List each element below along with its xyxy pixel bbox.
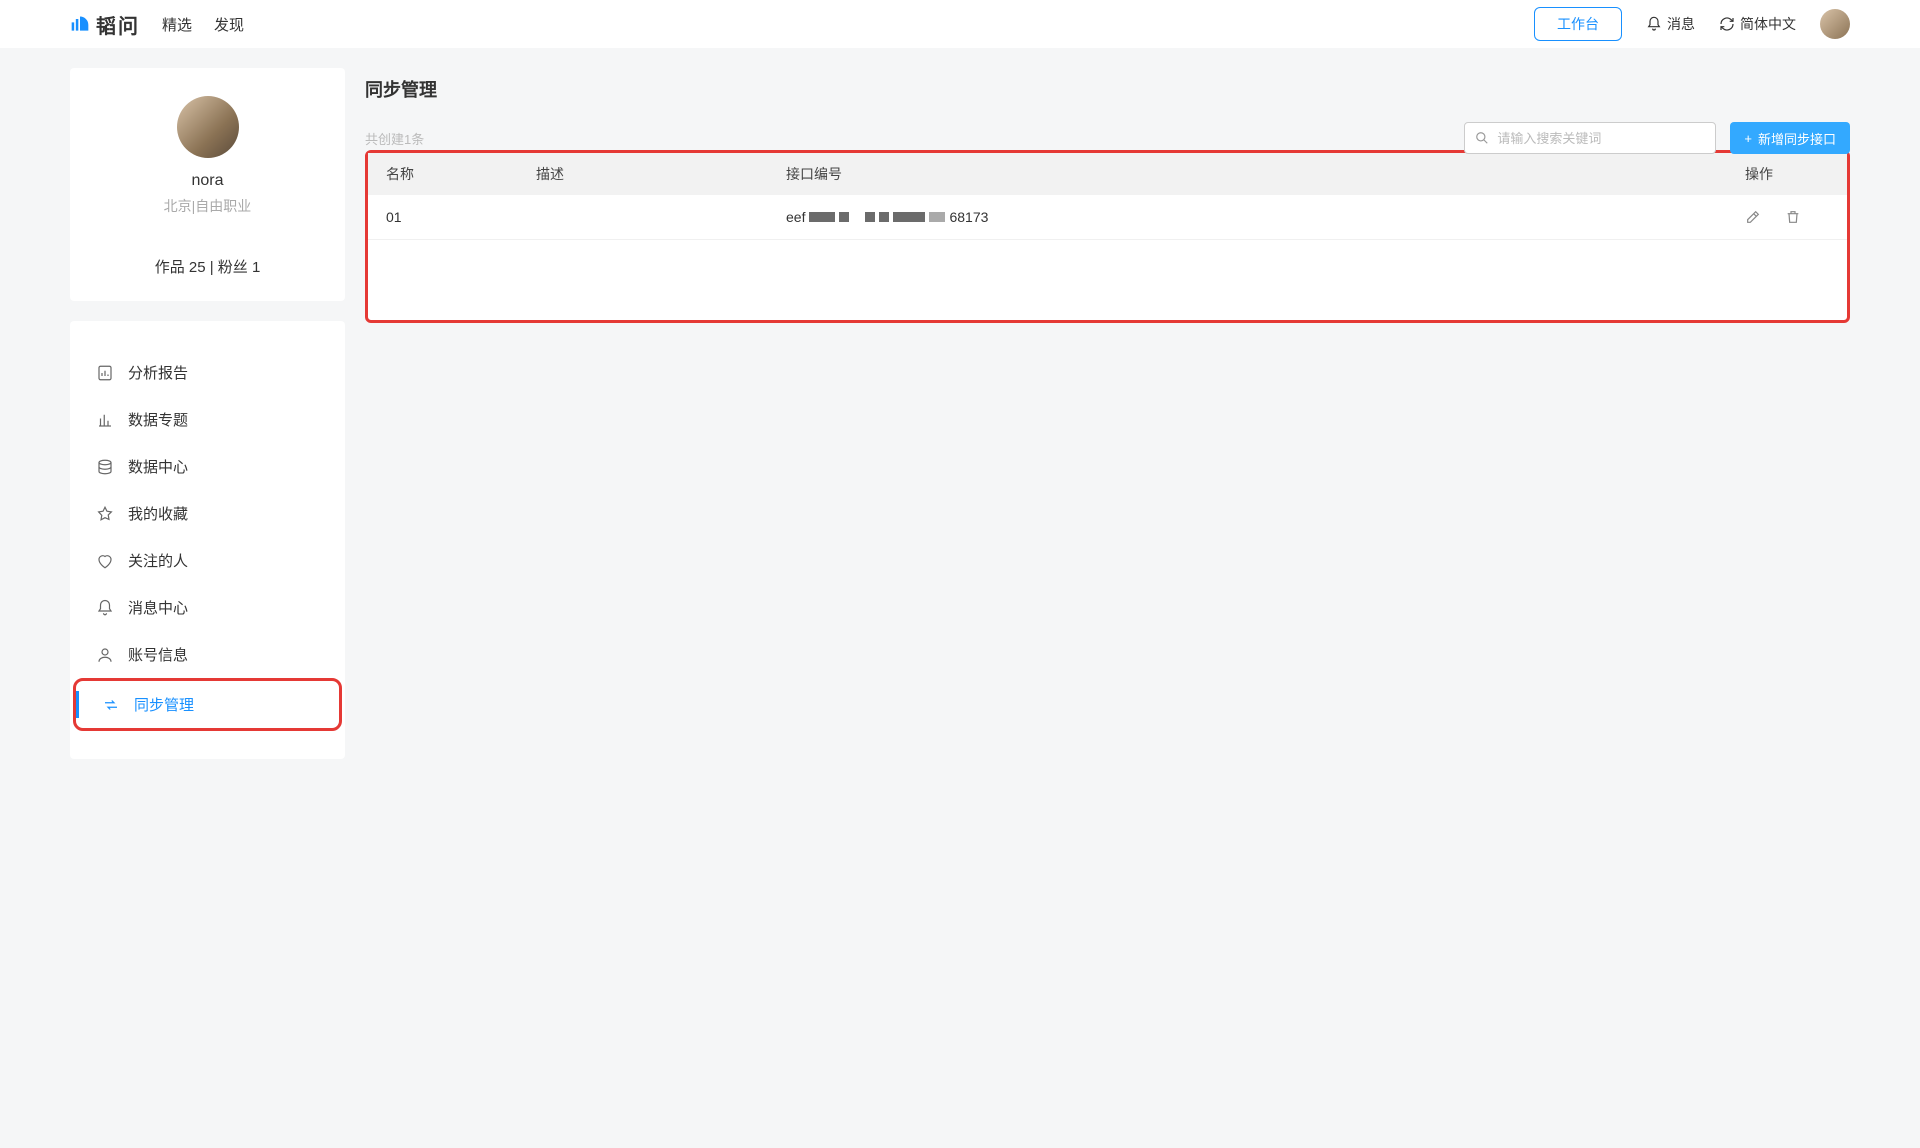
profile-card: nora 北京|自由职业 作品 25 | 粉丝 1 bbox=[70, 68, 345, 301]
mask-block bbox=[809, 212, 835, 222]
id-prefix: eef bbox=[786, 209, 805, 225]
delete-button[interactable] bbox=[1785, 209, 1801, 225]
sidebar-item-label: 分析报告 bbox=[128, 362, 188, 383]
messages-label: 消息 bbox=[1667, 14, 1695, 34]
sync-icon bbox=[102, 696, 120, 714]
logo[interactable]: 韬问 bbox=[70, 10, 140, 39]
star-icon bbox=[96, 505, 114, 523]
sidebar-item-label: 同步管理 bbox=[134, 694, 194, 715]
user-icon bbox=[96, 646, 114, 664]
user-location: 北京|自由职业 bbox=[90, 196, 325, 216]
sidebar-item-label: 我的收藏 bbox=[128, 503, 188, 524]
mask-block bbox=[865, 212, 875, 222]
database-icon bbox=[96, 458, 114, 476]
messages-link[interactable]: 消息 bbox=[1646, 14, 1695, 34]
nav-discover[interactable]: 发现 bbox=[214, 14, 244, 35]
search-icon bbox=[1475, 131, 1489, 145]
col-header-id: 接口编号 bbox=[768, 153, 1727, 195]
mask-block bbox=[879, 212, 889, 222]
col-header-desc: 描述 bbox=[518, 153, 768, 195]
table-row: 01 eef 6 bbox=[368, 195, 1847, 240]
logo-icon bbox=[70, 14, 90, 34]
plus-icon: + bbox=[1744, 131, 1752, 146]
sidebar-item-label: 关注的人 bbox=[128, 550, 188, 571]
bell-icon bbox=[96, 599, 114, 617]
count-text: 共创建1条 bbox=[365, 129, 424, 148]
sidebar-item-favorites[interactable]: 我的收藏 bbox=[70, 490, 345, 537]
cell-name: 01 bbox=[368, 195, 518, 240]
sidebar-item-account[interactable]: 账号信息 bbox=[70, 631, 345, 678]
id-suffix: 68173 bbox=[949, 209, 988, 225]
language-label: 简体中文 bbox=[1740, 14, 1796, 34]
add-button-label: 新增同步接口 bbox=[1758, 129, 1836, 148]
user-stats: 作品 25 | 粉丝 1 bbox=[90, 256, 325, 277]
report-icon bbox=[96, 364, 114, 382]
topbar-left: 韬问 精选 发现 bbox=[70, 10, 244, 39]
sidebar-item-label: 数据专题 bbox=[128, 409, 188, 430]
sidebar-item-report[interactable]: 分析报告 bbox=[70, 349, 345, 396]
username: nora bbox=[90, 172, 325, 190]
sidebar-item-messages[interactable]: 消息中心 bbox=[70, 584, 345, 631]
search-input[interactable] bbox=[1497, 131, 1705, 146]
refresh-icon bbox=[1719, 16, 1735, 32]
sidebar: nora 北京|自由职业 作品 25 | 粉丝 1 分析报告 数据专题 数据中心… bbox=[70, 68, 345, 759]
sidebar-item-datacenter[interactable]: 数据中心 bbox=[70, 443, 345, 490]
sidebar-item-topic[interactable]: 数据专题 bbox=[70, 396, 345, 443]
logo-text: 韬问 bbox=[96, 10, 140, 39]
main-content: 同步管理 共创建1条 + 新增同步接口 名称 bbox=[365, 68, 1850, 323]
mask-block bbox=[893, 212, 925, 222]
col-header-actions: 操作 bbox=[1727, 153, 1847, 195]
bell-icon bbox=[1646, 16, 1662, 32]
cell-desc bbox=[518, 195, 768, 240]
toolbar-right: + 新增同步接口 bbox=[1464, 122, 1850, 154]
heart-icon bbox=[96, 552, 114, 570]
top-bar: 韬问 精选 发现 工作台 消息 简体中文 bbox=[0, 0, 1920, 48]
mask-block bbox=[929, 212, 945, 222]
sidebar-item-sync[interactable]: 同步管理 bbox=[73, 678, 342, 731]
mask-block bbox=[839, 212, 849, 222]
chart-icon bbox=[96, 411, 114, 429]
edit-button[interactable] bbox=[1745, 209, 1761, 225]
workspace-button[interactable]: 工作台 bbox=[1534, 7, 1622, 41]
sync-table-container: 名称 描述 接口编号 操作 01 eef bbox=[365, 150, 1850, 323]
nav-featured[interactable]: 精选 bbox=[162, 14, 192, 35]
page-title: 同步管理 bbox=[365, 76, 1850, 102]
page-body: nora 北京|自由职业 作品 25 | 粉丝 1 分析报告 数据专题 数据中心… bbox=[0, 48, 1920, 779]
search-box[interactable] bbox=[1464, 122, 1716, 154]
user-avatar-large[interactable] bbox=[177, 96, 239, 158]
sidebar-item-label: 数据中心 bbox=[128, 456, 188, 477]
topbar-right: 工作台 消息 简体中文 bbox=[1534, 7, 1850, 41]
sidebar-item-label: 账号信息 bbox=[128, 644, 188, 665]
sidebar-item-label: 消息中心 bbox=[128, 597, 188, 618]
add-sync-button[interactable]: + 新增同步接口 bbox=[1730, 122, 1850, 154]
sidebar-item-following[interactable]: 关注的人 bbox=[70, 537, 345, 584]
cell-id: eef 68173 bbox=[768, 195, 1727, 240]
cell-actions bbox=[1727, 195, 1847, 240]
sidebar-menu: 分析报告 数据专题 数据中心 我的收藏 关注的人 消息中心 bbox=[70, 321, 345, 759]
sync-table: 名称 描述 接口编号 操作 01 eef bbox=[368, 153, 1847, 240]
language-switch[interactable]: 简体中文 bbox=[1719, 14, 1796, 34]
user-avatar-small[interactable] bbox=[1820, 9, 1850, 39]
col-header-name: 名称 bbox=[368, 153, 518, 195]
